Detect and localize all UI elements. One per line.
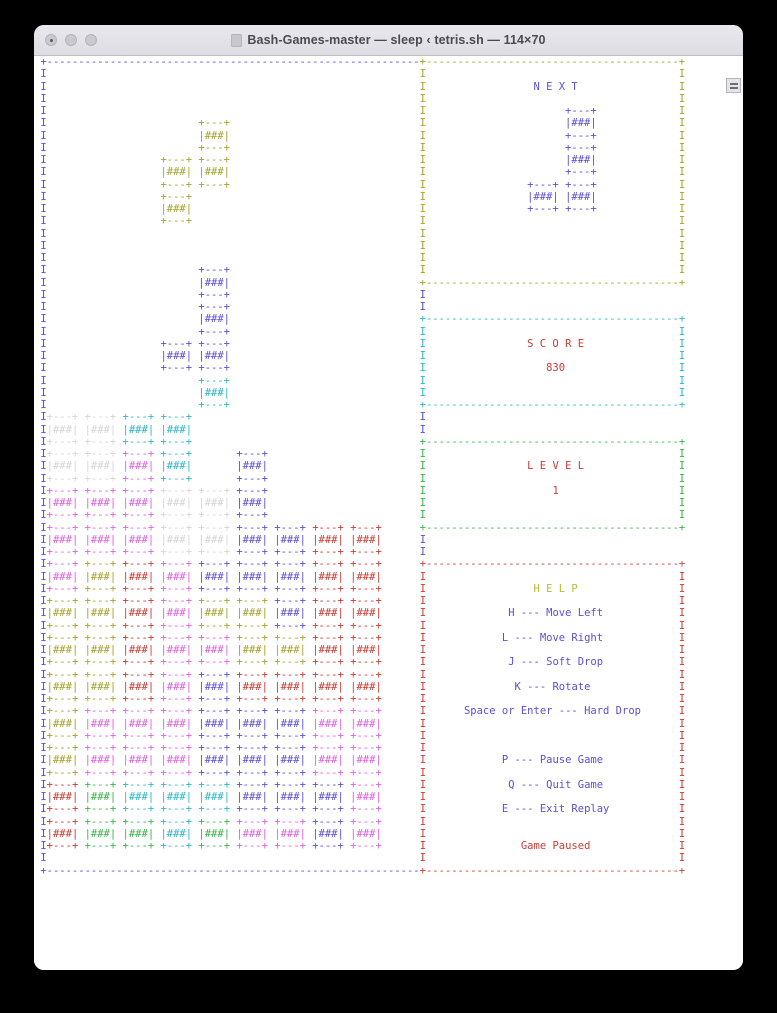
window-titlebar[interactable]: Bash-Games-master — sleep ‹ tetris.sh — … (34, 25, 743, 56)
folder-icon (231, 33, 243, 47)
terminal-window[interactable]: Bash-Games-master — sleep ‹ tetris.sh — … (34, 25, 743, 970)
minimize-button[interactable] (65, 34, 77, 46)
window-title-group: Bash-Games-master — sleep ‹ tetris.sh — … (34, 25, 743, 55)
window-title: Bash-Games-master — sleep ‹ tetris.sh — … (247, 33, 546, 47)
zoom-button[interactable] (85, 34, 97, 46)
terminal-character-grid: +---------------------------------------… (40, 56, 686, 877)
window-controls[interactable] (45, 34, 97, 46)
terminal-screen[interactable]: +---------------------------------------… (34, 56, 743, 970)
close-button[interactable] (45, 34, 57, 46)
